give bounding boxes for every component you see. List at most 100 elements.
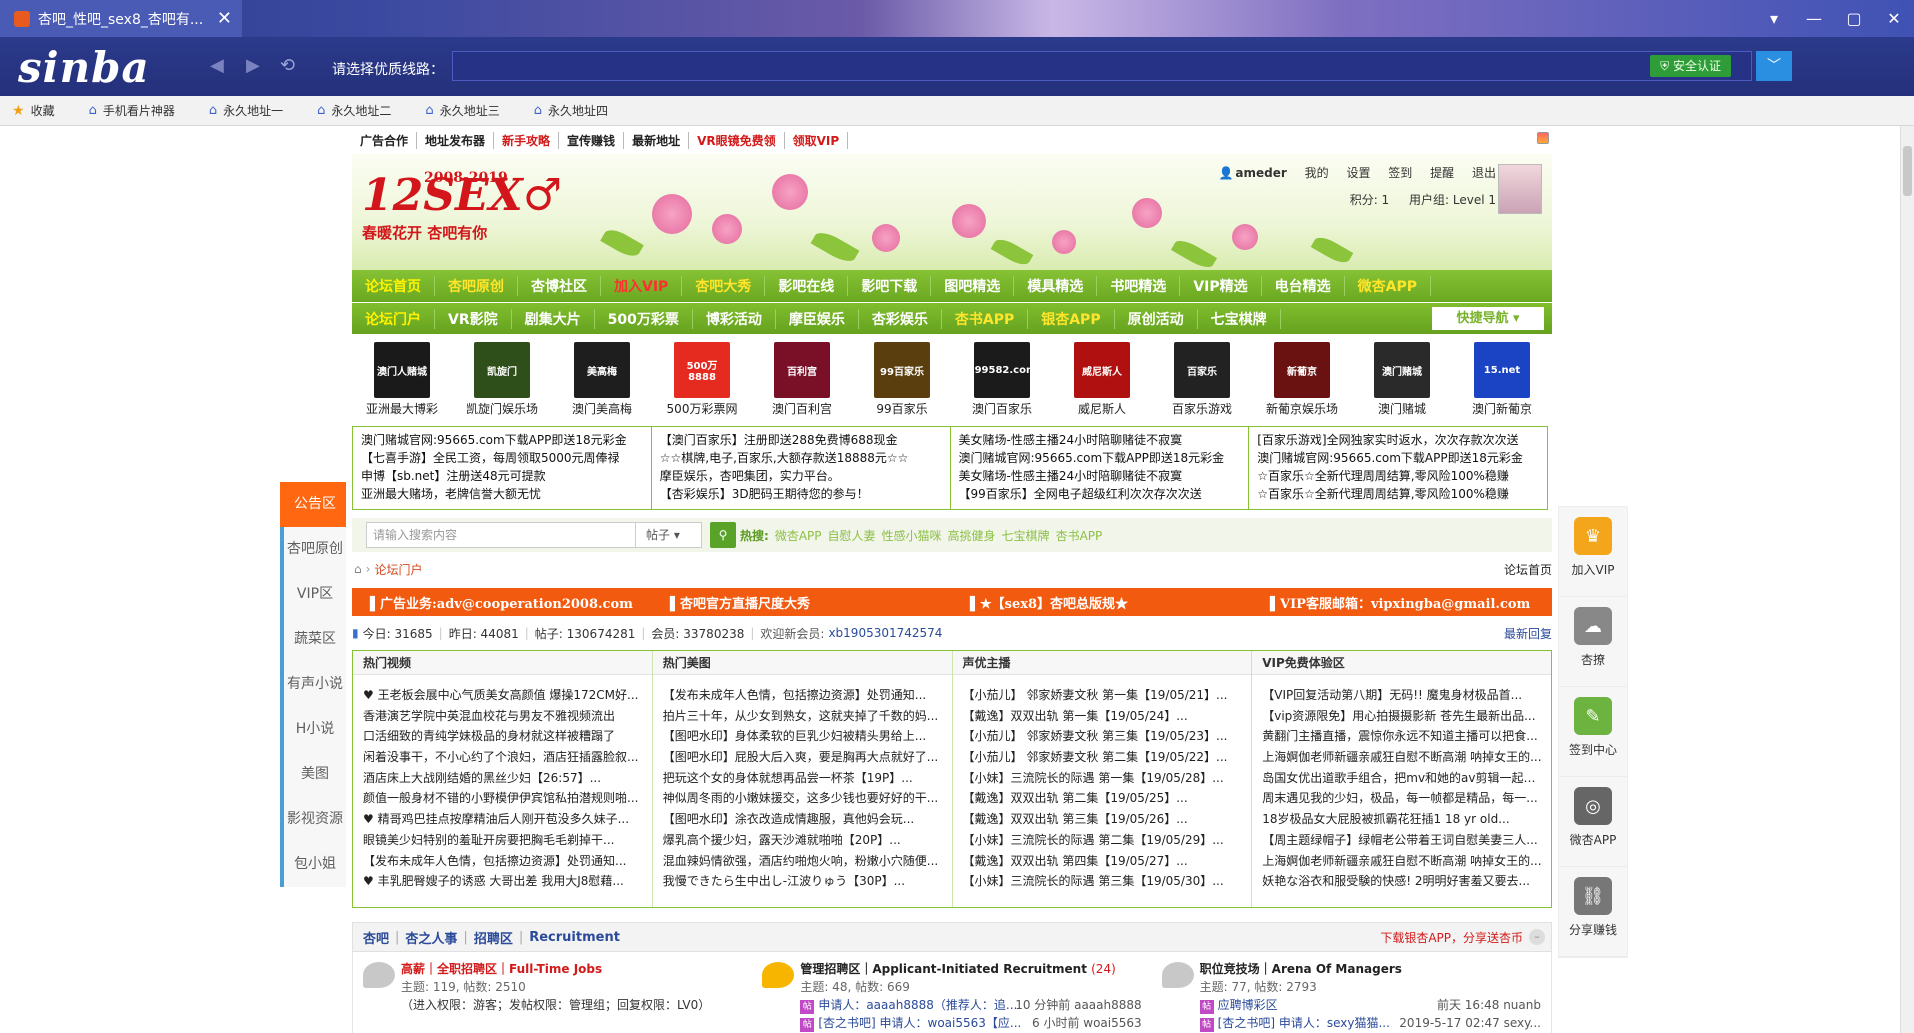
top-link[interactable]: 宣传赚钱 <box>559 131 625 149</box>
forward-icon[interactable]: ▶ <box>246 55 260 76</box>
top-link[interactable]: 领取VIP <box>785 131 849 149</box>
announcement-link[interactable]: ▌杏吧官方直播尺度大秀 <box>652 593 952 612</box>
nav-item[interactable]: 杏吧原创 <box>435 276 518 296</box>
right-bar-item[interactable]: ☁ 杏撩 <box>1559 597 1627 687</box>
ad-link[interactable]: 澳门赌城官网:95665.com下载APP即送18元彩金 <box>959 449 1241 467</box>
refresh-icon[interactable]: ⟲ <box>280 55 295 76</box>
side-nav-item[interactable]: 影视资源 <box>280 797 346 842</box>
side-nav-item[interactable]: H小说 <box>280 707 346 752</box>
newest-member-link[interactable]: xb1905301742574 <box>828 626 942 640</box>
address-input[interactable]: ⛨ 安全认证 <box>452 51 1752 81</box>
announcement-link[interactable]: ▌广告业务:adv@cooperation2008.com <box>352 593 652 612</box>
topic-item[interactable]: ♥ 丰乳肥臀嫂子的诱惑 大哥出差 我用大J8慰藉... <box>363 871 644 892</box>
topic-item[interactable]: 酒店床上大战刚结婚的黑丝少妇【26:57】... <box>363 768 644 789</box>
ad-link[interactable]: 美女赌场-性感主播24小时陪聊赌徒不寂寞 <box>959 467 1241 485</box>
ad-link[interactable]: ☆百家乐☆全新代理周周结算,零风险100%稳赚 <box>1257 467 1539 485</box>
nav-item[interactable]: 影吧下载 <box>848 276 932 296</box>
topic-item[interactable]: 混血辣妈情欲强，酒店约啪炮火响，粉嫩小穴随便... <box>663 851 944 872</box>
nav-item[interactable]: 影吧在线 <box>765 276 849 296</box>
checkin-link[interactable]: 签到 <box>1388 166 1412 180</box>
ad-link[interactable]: ☆百家乐☆全新代理周周结算,零风险100%稳赚 <box>1257 485 1539 503</box>
favorite-link[interactable]: ⌂ 永久地址一 <box>209 102 283 119</box>
topic-item[interactable]: 【小妹】三流院长的际遇 第一集【19/05/28】... <box>963 768 1244 789</box>
topic-item[interactable]: 【周主题绿帽子】绿帽老公带着王词自慰美妻三人... <box>1262 830 1543 851</box>
topic-item[interactable]: 妖艳な浴衣和服受験的快感! 2明明好害羞又要去... <box>1262 871 1543 892</box>
side-nav-item[interactable]: 蔬菜区 <box>280 617 346 662</box>
logout-link[interactable]: 退出 <box>1472 166 1496 180</box>
subnav-item[interactable]: 银杏APP <box>1028 308 1115 329</box>
sponsor-logo[interactable]: 15.net 澳门新葡京 <box>1452 338 1552 422</box>
favorite-link[interactable]: ⌂ 永久地址四 <box>534 102 608 119</box>
topic-item[interactable]: 【小茄儿】 邻家娇妻文秋 第一集【19/05/21】... <box>963 685 1244 706</box>
topic-item[interactable]: 【小妹】三流院长的际遇 第三集【19/05/30】... <box>963 871 1244 892</box>
ad-link[interactable]: 亚洲最大赌场，老牌信誉大额无忧 <box>361 485 643 503</box>
secure-badge[interactable]: ⛨ 安全认证 <box>1650 55 1731 77</box>
back-icon[interactable]: ◀ <box>210 55 224 76</box>
ad-link[interactable]: 【99百家乐】全网电子超级红利次次存次次送 <box>959 485 1241 503</box>
topic-item[interactable]: ♥ 精哥鸡巴挂点按摩精油后人刚开苞没多久妹子... <box>363 809 644 830</box>
topic-item[interactable]: 闲着没事干，不小心约了个浪妇，酒店狂插露脸叙... <box>363 747 644 768</box>
topic-item[interactable]: 【VIP回复活动第八期】无码!! 魔鬼身材极品首... <box>1262 685 1543 706</box>
nav-item[interactable]: 论坛首页 <box>352 276 435 296</box>
topic-item[interactable]: 黄翻门主播直播，震惊你永远不知道主播可以把食... <box>1262 726 1543 747</box>
topic-item[interactable]: 【图吧水印】涂衣改造成情趣服，真他妈会玩... <box>663 809 944 830</box>
avatar[interactable] <box>1498 164 1542 214</box>
topic-item[interactable]: 眼镜美少妇特别的羞耻开房要把胸毛毛剃掉干... <box>363 830 644 851</box>
ad-link[interactable]: 【杏彩娱乐】3D肥码王期待您的参与！ <box>660 485 942 503</box>
ad-link[interactable]: 【澳门百家乐】注册即送288免费博688现金 <box>660 431 942 449</box>
subnav-item[interactable]: 原创活动 <box>1115 308 1198 329</box>
sponsor-logo[interactable]: 百家乐 百家乐游戏 <box>1152 338 1252 422</box>
window-close-icon[interactable]: ✕ <box>1874 9 1914 28</box>
topic-item[interactable]: 香港演艺学院中英混血校花与男友不雅视频流出 <box>363 706 644 727</box>
nav-item[interactable]: 杏博社区 <box>518 276 601 296</box>
top-link[interactable]: 广告合作 <box>352 131 418 149</box>
hot-search-link[interactable]: 性感小猫咪 <box>882 529 942 543</box>
side-nav-item[interactable]: 美图 <box>280 752 346 797</box>
topic-item[interactable]: 【戴逸】双双出轨 第一集【19/05/24】... <box>963 706 1244 727</box>
side-nav-item[interactable]: 包小姐 <box>280 842 346 887</box>
sponsor-logo[interactable]: 澳门人赌城 亚洲最大博彩 <box>352 338 452 422</box>
collapse-icon[interactable]: – <box>1529 929 1545 945</box>
topic-item[interactable]: 【戴逸】双双出轨 第二集【19/05/25】... <box>963 788 1244 809</box>
category-crumb[interactable]: 杏之人事 <box>405 928 457 947</box>
search-input[interactable]: 请输入搜索内容 <box>366 522 636 548</box>
right-bar-item[interactable]: ⛓ 分享赚钱 <box>1559 867 1627 957</box>
subnav-item[interactable]: 500万彩票 <box>595 308 693 329</box>
ad-link[interactable]: 申博【sb.net】注册送48元可提款 <box>361 467 643 485</box>
topic-item[interactable]: 【戴逸】双双出轨 第三集【19/05/26】... <box>963 809 1244 830</box>
forum-last-post[interactable]: 帖申请人：aaaah8888（推荐人：追... 10 分钟前 aaaah8888 <box>800 996 1151 1014</box>
hot-search-link[interactable]: 高挑健身 <box>948 529 996 543</box>
ad-link[interactable]: 摩臣娱乐，杏吧集团，实力平台。 <box>660 467 942 485</box>
nav-item[interactable]: 图吧精选 <box>931 276 1015 296</box>
topic-item[interactable]: 【小妹】三流院长的际遇 第二集【19/05/29】... <box>963 830 1244 851</box>
ad-link[interactable]: ☆☆棋牌,电子,百家乐,大额存款送18888元☆☆ <box>660 449 942 467</box>
side-nav-item[interactable]: 公告区 <box>280 482 346 527</box>
nav-item[interactable]: 电台精选 <box>1262 276 1345 296</box>
hot-search-link[interactable]: 微杏APP <box>775 529 822 543</box>
address-dropdown-icon[interactable]: ﹀ <box>1756 51 1792 81</box>
sponsor-logo[interactable]: 美高梅 澳门美高梅 <box>552 338 652 422</box>
scrollbar-thumb[interactable] <box>1903 146 1912 196</box>
topic-column-title[interactable]: 热门美图 <box>652 651 952 675</box>
topic-item[interactable]: 我慢できたら生中出し-江波りゅう【30P】... <box>663 871 944 892</box>
top-link[interactable]: VR眼镜免费领 <box>689 131 785 149</box>
usergroup-menu[interactable]: 用户组: Level 1 <box>1409 193 1496 207</box>
announcement-link[interactable]: ▌★【sex8】杏吧总版规★ <box>952 593 1252 612</box>
my-menu[interactable]: 我的 <box>1305 166 1329 180</box>
forum-last-post[interactable]: 帖应聘博彩区 前天 16:48 nuanb <box>1199 996 1551 1014</box>
subnav-item[interactable]: 剧集大片 <box>512 308 595 329</box>
topic-item[interactable]: 把玩这个女的身体就想再品尝一杯茶【19P】... <box>663 768 944 789</box>
menu-icon[interactable]: ▾ <box>1754 9 1794 28</box>
nav-item[interactable]: 模具精选 <box>1014 276 1098 296</box>
download-app-link[interactable]: 下载银杏APP，分享送杏币 <box>1380 929 1523 946</box>
subnav-item[interactable]: 杏彩娱乐 <box>859 308 942 329</box>
side-nav-item[interactable]: VIP区 <box>280 572 346 617</box>
ad-link[interactable]: 美女赌场-性感主播24小时陪聊赌徒不寂寞 <box>959 431 1241 449</box>
topic-item[interactable]: 【小茄儿】 邻家娇妻文秋 第二集【19/05/22】... <box>963 747 1244 768</box>
subnav-item[interactable]: 博彩活动 <box>693 308 776 329</box>
topic-item[interactable]: 上海婀伽老师新疆亲戚狂自慰不断高潮 呐掉女王的... <box>1262 851 1543 872</box>
side-nav-item[interactable]: 有声小说 <box>280 662 346 707</box>
points-menu[interactable]: 积分: 1 <box>1350 193 1390 207</box>
category-crumb[interactable]: 招聘区 <box>474 928 513 947</box>
sponsor-logo[interactable]: 威尼斯人 威尼斯人 <box>1052 338 1152 422</box>
